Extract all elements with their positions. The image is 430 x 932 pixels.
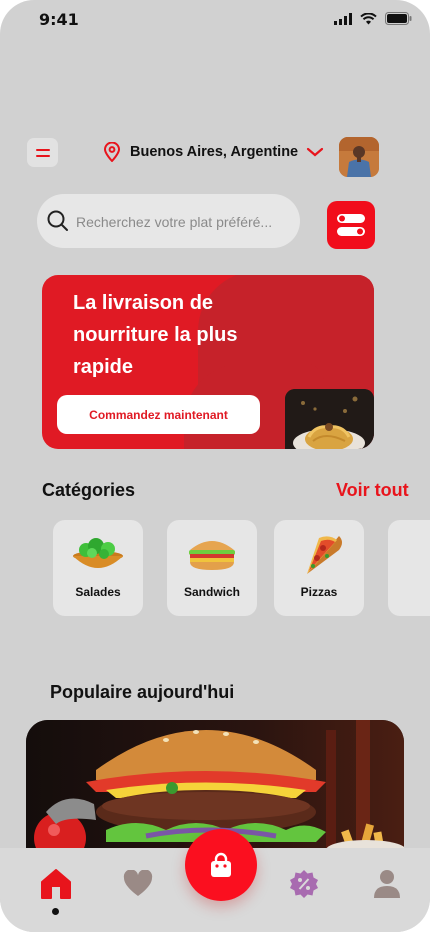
avatar-photo	[339, 137, 379, 177]
discount-icon	[290, 870, 318, 898]
category-card-salades[interactable]: Salades	[53, 520, 143, 616]
pizza-icon	[307, 536, 342, 574]
cart-button[interactable]	[185, 829, 257, 901]
popular-title: Populaire aujourd'hui	[50, 682, 235, 702]
signal-icon	[334, 12, 352, 25]
sandwich-icon	[189, 541, 235, 570]
filter-button[interactable]	[327, 201, 375, 249]
salad-icon	[73, 538, 123, 568]
home-icon	[41, 869, 71, 899]
category-label: Salades	[75, 585, 121, 599]
active-indicator	[52, 908, 59, 915]
category-card-partial[interactable]	[388, 520, 430, 616]
menu-button[interactable]	[27, 138, 58, 167]
categories-title: Catégories	[42, 480, 136, 500]
nav-home[interactable]	[38, 866, 74, 902]
location-label: Buenos Aires, Argentine	[130, 144, 299, 160]
pasta-image	[285, 389, 374, 449]
location-selector[interactable]: Buenos Aires, Argentine	[102, 138, 324, 166]
location-pin-icon	[103, 142, 121, 162]
battery-icon	[385, 12, 412, 25]
category-label: Sandwich	[183, 585, 240, 599]
category-label: Pizzas	[300, 585, 338, 599]
banner-title: La livraison de nourriture la plus rapid…	[73, 292, 238, 378]
status-time: 9:41	[39, 10, 79, 29]
search-bar[interactable]	[37, 194, 300, 248]
status-bar: 9:41	[0, 0, 430, 40]
menu-icon	[35, 148, 50, 157]
app-screen: 9:41 Buenos Aires, Argentine Recherchez …	[0, 0, 430, 932]
order-now-button[interactable]: Commandez maintenant	[57, 395, 260, 434]
nav-offers[interactable]	[286, 866, 322, 902]
promo-banner: La livraison de nourriture la plus rapid…	[42, 275, 374, 449]
avatar[interactable]	[339, 137, 379, 177]
user-icon	[374, 870, 400, 898]
nav-favorites[interactable]	[120, 866, 156, 902]
wifi-icon	[360, 12, 377, 24]
shopping-bag-icon	[211, 852, 231, 877]
filter-icon	[337, 214, 365, 236]
see-all-link[interactable]: Voir tout	[336, 480, 409, 501]
search-icon	[47, 210, 68, 231]
category-card-sandwich[interactable]: Sandwich	[167, 520, 257, 616]
heart-icon	[123, 870, 153, 896]
search-input[interactable]	[74, 210, 298, 234]
status-icons	[334, 12, 412, 25]
chevron-down-icon	[307, 147, 324, 157]
category-card-pizzas[interactable]: Pizzas	[274, 520, 364, 616]
nav-profile[interactable]	[369, 866, 405, 902]
